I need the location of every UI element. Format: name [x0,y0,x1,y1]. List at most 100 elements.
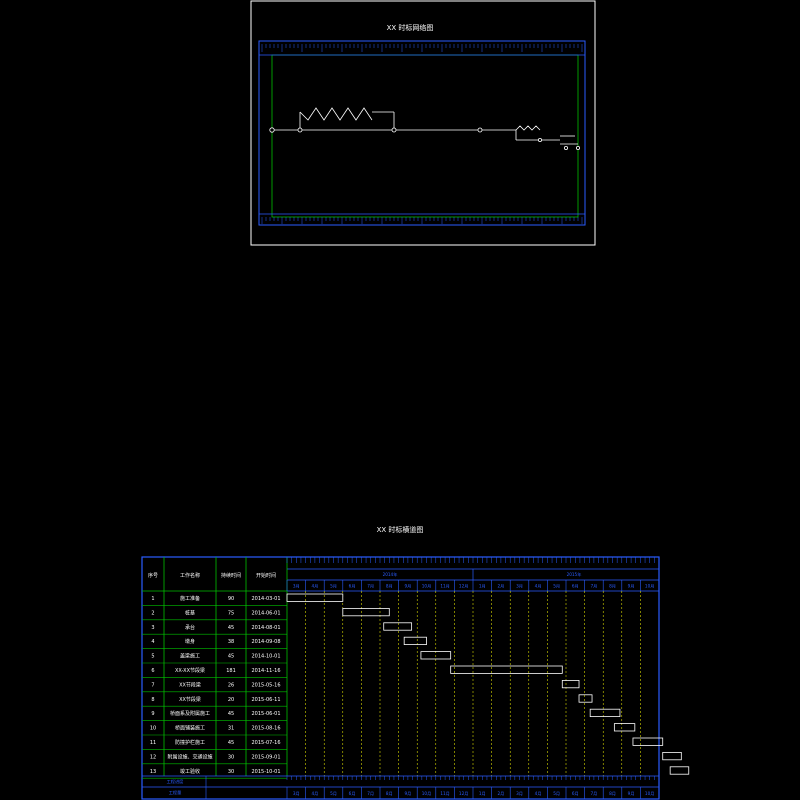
month-label: 6月 [349,584,356,590]
gantt-bar [589,708,621,718]
month-label: 9月 [404,584,411,590]
task-start: 2014-08-01 [251,625,280,631]
network-wave-line [515,125,541,131]
gantt-bar [669,766,690,775]
task-duration: 38 [228,639,234,645]
network-wave-line [299,107,373,121]
gantt-bar [662,752,682,761]
task-no: 7 [151,682,154,688]
task-name: 墩身 [185,638,195,645]
task-no: 6 [151,668,154,674]
footer-month-label: 6月 [349,791,356,797]
task-duration: 20 [228,697,234,703]
task-name: 桥面铺装施工 [175,725,205,732]
footer-month-label: 7月 [367,791,374,797]
month-label: 1月 [479,584,486,590]
month-label: 9月 [628,584,635,590]
task-start: 2014-03-01 [251,596,280,602]
sheet1-title: XX 时标网络图 [387,23,434,32]
network-node [391,127,397,133]
task-name: 桥面系及附属施工 [170,710,210,717]
task-name: XX-XX节段梁 [175,667,205,674]
task-name: 防撞护栏施工 [175,739,205,746]
task-duration: 30 [228,754,234,760]
sheet-network: XX 时标网络图 [250,0,596,246]
header-task-name: 工作名称 [180,572,200,579]
task-start: 2015-08-16 [251,726,280,732]
gantt-bar [632,737,664,746]
month-label: 5月 [553,584,560,590]
footer-month-label: 1月 [479,791,486,797]
footer-month-label: 4月 [535,791,542,797]
task-no: 12 [150,754,156,760]
footer-progress-label: 工程进度 [167,778,185,785]
task-duration: 90 [228,596,234,602]
task-rows: 1 施工准备 90 2014-03-012 桩基 75 2014-06-013 承台 45 201… [150,595,281,775]
footer-quantity-label: 工程量 [169,789,182,796]
task-start: 2015-09-01 [251,754,280,760]
year-label-2014: 2014年 [383,571,398,578]
month-label: 6月 [572,584,579,590]
task-start: 2015-06-01 [251,711,280,717]
sheet1-outer-frame [250,0,596,246]
month-label: 7月 [367,584,374,590]
task-no: 4 [151,639,154,645]
network-node [576,145,581,150]
month-label: 11月 [440,584,450,590]
month-label: 10月 [645,584,655,590]
gantt-bar [450,665,563,674]
footer-month-label: 12月 [459,791,469,797]
task-name: 施工准备 [180,595,200,602]
task-duration: 75 [228,610,234,616]
footer-month-label: 7月 [590,791,597,797]
network-node [564,145,569,150]
gantt-bar [561,680,580,689]
year-label-2015: 2015年 [567,571,582,578]
month-labels: 3月 4月 5月 6月 7月 8月 9月 10月 11月 12月 1月 2月 3月 4月 5月 6月 7月 8月 9… [293,584,655,590]
network-node [477,127,483,133]
footer-month-label: 4月 [311,791,318,797]
task-no: 8 [151,697,154,703]
footer-month-label: 11月 [440,791,450,797]
gantt-bar [383,622,413,631]
task-no: 9 [151,711,154,717]
gantt-bar [403,636,427,646]
sheet-gantt: XX 时标横道图 序号 工作名称 持续时间 开始时间 2014年 2015年 3… [141,525,690,800]
task-name: 承台 [185,624,195,631]
task-name: 盖梁施工 [180,653,200,660]
task-duration: 31 [228,726,234,732]
task-name: 桩基 [185,609,195,616]
month-label: 5月 [330,584,337,590]
footer-month-label: 5月 [553,791,560,797]
task-no: 10 [150,726,156,732]
network-path [269,107,581,150]
gantt-grid [142,557,660,799]
task-start: 2015-06-11 [251,697,280,703]
task-name: XX节段梁 [179,681,201,688]
task-start: 2015-07-16 [251,740,280,746]
footer-month-label: 10月 [422,791,432,797]
footer-month-label: 2月 [497,791,504,797]
task-no: 13 [150,769,156,775]
gantt-bar [286,593,344,602]
header-start-time: 开始时间 [256,572,276,579]
footer-month-label: 6月 [572,791,579,797]
footer-month-label: 9月 [404,791,411,797]
drawing-canvas: XX 时标网络图 XX 时标横道图 序号 工作名称 持续时间 开始时间 2014… [141,0,690,800]
gantt-outer-border [141,556,660,800]
gantt-bar [613,723,636,732]
task-start: 2014-10-01 [251,654,280,660]
task-duration: 45 [228,711,234,717]
task-name: 附属设施、交通设施 [167,753,212,760]
task-start: 2014-09-08 [251,639,280,645]
task-duration: 30 [228,769,234,775]
header-duration: 持续时间 [221,572,241,579]
sheet2-title: XX 时标横道图 [377,525,424,534]
footer-month-label: 5月 [330,791,337,797]
network-node [538,137,543,142]
month-label: 8月 [609,584,616,590]
task-name: 竣工验收 [180,768,200,775]
task-start: 2015-05-16 [251,682,280,688]
task-duration: 45 [228,654,234,660]
gantt-bar [578,694,593,703]
